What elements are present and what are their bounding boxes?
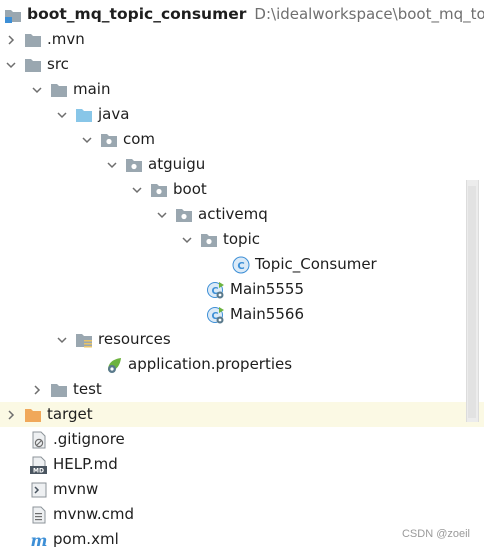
tree-label: Main5566 [230, 305, 304, 323]
tree-label: boot [173, 180, 207, 198]
chevron-down-icon[interactable] [4, 52, 18, 77]
tree-label: .gitignore [53, 430, 125, 448]
tree-row-boot[interactable]: boot [0, 177, 484, 202]
spring-properties-icon [105, 356, 123, 374]
tree-label: topic [223, 230, 260, 248]
spring-boot-class-icon: C [207, 281, 225, 299]
tree-row-mvnw[interactable]: mvnw [0, 477, 484, 502]
chevron-right-icon[interactable] [4, 402, 18, 427]
project-tree: boot_mq_topic_consumer D:\idealworkspace… [0, 0, 484, 550]
tree-label: HELP.md [53, 455, 118, 473]
tree-row-test[interactable]: test [0, 377, 484, 402]
tree-row-gitignore[interactable]: .gitignore [0, 427, 484, 452]
tree-row-activemq[interactable]: activemq [0, 202, 484, 227]
tree-row-com[interactable]: com [0, 127, 484, 152]
tree-row-application-properties[interactable]: application.properties [0, 352, 484, 377]
scrollbar-thumb[interactable] [468, 186, 476, 418]
tree-row-topic[interactable]: topic [0, 227, 484, 252]
folder-icon [50, 381, 68, 399]
folder-icon [50, 81, 68, 99]
gitignore-file-icon [30, 431, 48, 449]
excluded-folder-icon [24, 406, 42, 424]
tree-label: atguigu [148, 155, 206, 173]
tree-label: mvnw [53, 480, 99, 498]
tree-label: .mvn [47, 30, 85, 48]
maven-icon: m [30, 531, 48, 549]
chevron-right-icon[interactable] [30, 377, 44, 402]
shell-script-icon [30, 481, 48, 499]
tree-row-mvnw-cmd[interactable]: mvnw.cmd [0, 502, 484, 527]
tree-row-atguigu[interactable]: atguigu [0, 152, 484, 177]
tree-row-main[interactable]: main [0, 77, 484, 102]
tree-label: main [73, 80, 111, 98]
chevron-down-icon[interactable] [180, 227, 194, 252]
folder-icon [24, 56, 42, 74]
chevron-right-icon[interactable] [4, 27, 18, 52]
resources-folder-icon [75, 331, 93, 349]
project-path: D:\idealworkspace\boot_mq_topic_consumer [254, 5, 484, 23]
tree-label: mvnw.cmd [53, 505, 135, 523]
tree-row-main5566[interactable]: C Main5566 [0, 302, 484, 327]
folder-icon [24, 31, 42, 49]
tree-label: com [123, 130, 156, 148]
watermark: CSDN @zoeil [401, 528, 470, 540]
svg-text:MD: MD [33, 467, 44, 474]
chevron-down-icon[interactable] [55, 102, 69, 127]
text-file-icon [30, 506, 48, 524]
chevron-down-icon[interactable] [30, 77, 44, 102]
tree-label: application.properties [128, 355, 293, 373]
package-icon [100, 131, 118, 149]
tree-label: resources [98, 330, 171, 348]
chevron-down-icon[interactable] [155, 202, 169, 227]
svg-text:C: C [237, 261, 244, 272]
tree-label: src [47, 55, 69, 73]
tree-row-src[interactable]: src [0, 52, 484, 77]
project-module-icon [4, 6, 22, 24]
tree-row-java[interactable]: java [0, 102, 484, 127]
package-icon [125, 156, 143, 174]
tree-label: target [47, 405, 93, 423]
class-icon: C [232, 256, 250, 274]
project-name: boot_mq_topic_consumer [27, 5, 247, 23]
tree-row-target[interactable]: target [0, 402, 484, 427]
tree-row-mvn[interactable]: .mvn [0, 27, 484, 52]
chevron-down-icon[interactable] [130, 177, 144, 202]
markdown-file-icon: MD [30, 456, 48, 474]
spring-boot-class-icon: C [207, 306, 225, 324]
tree-label: test [73, 380, 102, 398]
svg-text:m: m [31, 531, 48, 549]
chevron-down-icon[interactable] [55, 327, 69, 352]
package-icon [200, 231, 218, 249]
chevron-down-icon[interactable] [105, 152, 119, 177]
tree-label: Topic_Consumer [255, 255, 377, 273]
tree-row-resources[interactable]: resources [0, 327, 484, 352]
tree-label: pom.xml [53, 530, 119, 548]
tree-row-project-root[interactable]: boot_mq_topic_consumer D:\idealworkspace… [0, 2, 484, 27]
tree-row-help-md[interactable]: MD HELP.md [0, 452, 484, 477]
tree-label: activemq [198, 205, 268, 223]
tree-label: java [98, 105, 130, 123]
package-icon [175, 206, 193, 224]
tree-label: Main5555 [230, 280, 304, 298]
source-folder-icon [75, 106, 93, 124]
chevron-down-icon[interactable] [80, 127, 94, 152]
tree-row-topic-consumer[interactable]: C Topic_Consumer [0, 252, 484, 277]
tree-row-main5555[interactable]: C Main5555 [0, 277, 484, 302]
package-icon [150, 181, 168, 199]
